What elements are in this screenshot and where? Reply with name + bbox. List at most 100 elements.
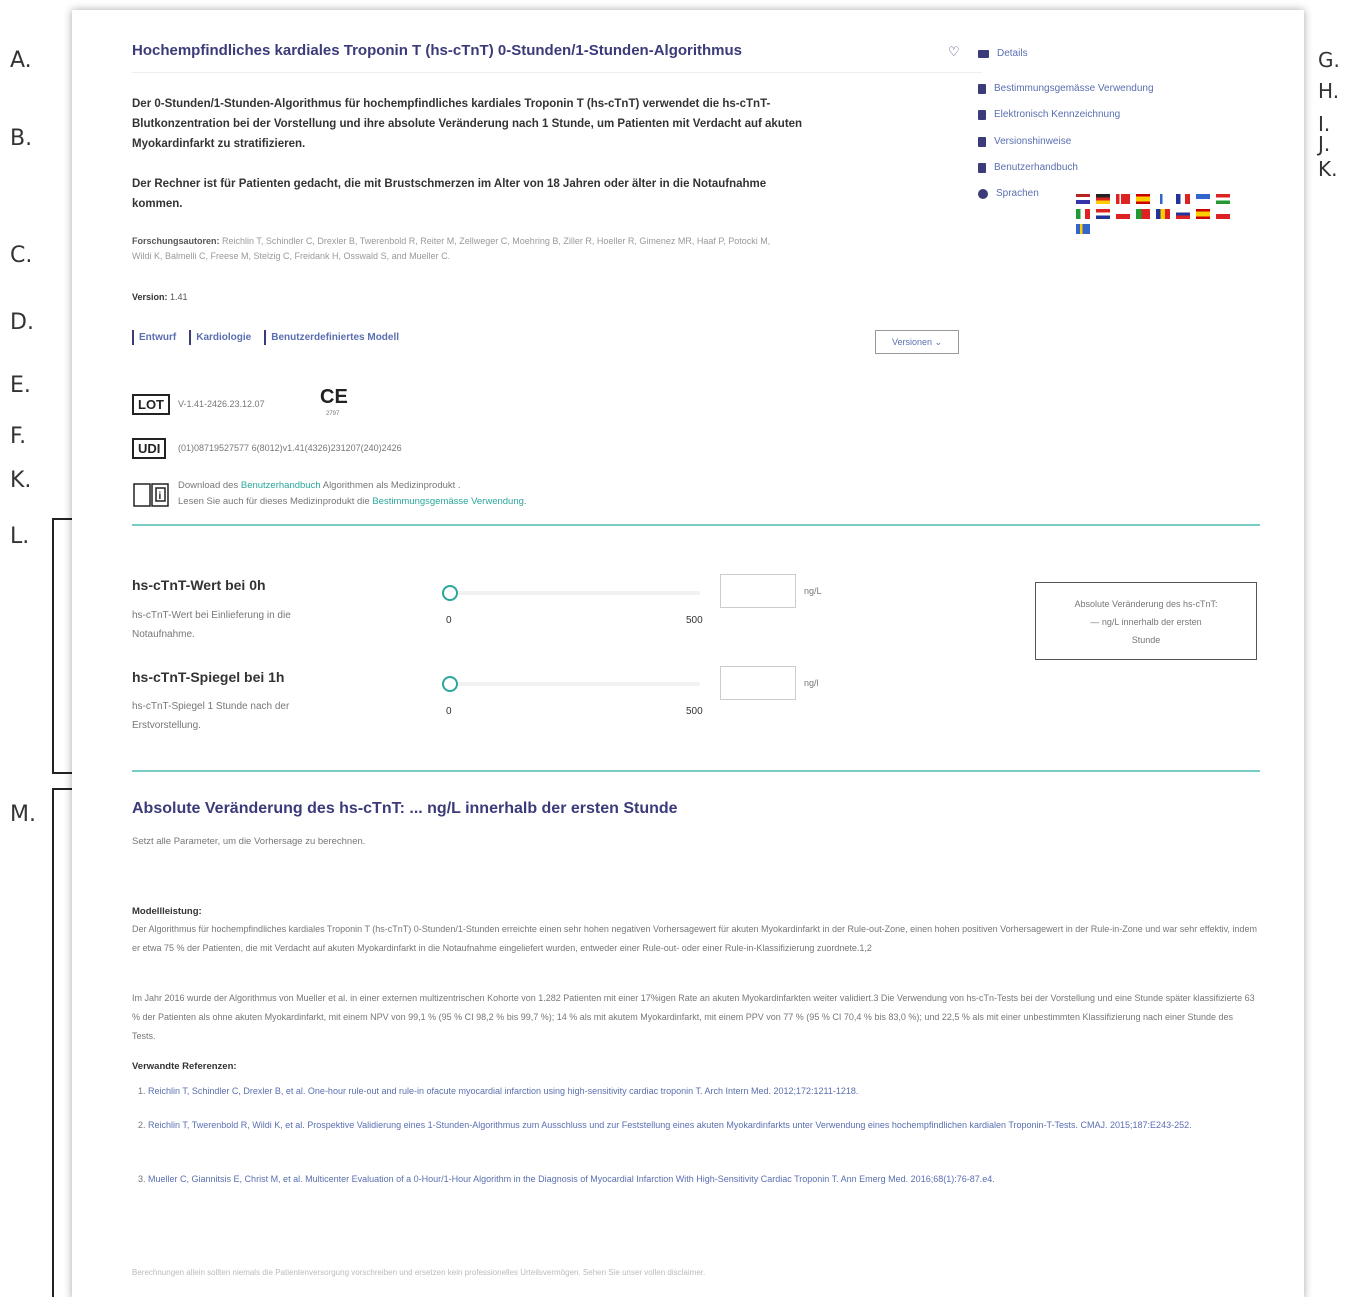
electronic-label-link[interactable]: Elektronisch Kennzeichnung bbox=[978, 109, 1120, 120]
tag-list: Entwurf Kardiologie Benutzerdefiniertes … bbox=[132, 330, 404, 345]
input-1h-field[interactable] bbox=[720, 666, 796, 700]
references-heading: Verwandte Referenzen: bbox=[132, 1061, 237, 1072]
annotation-f: F. bbox=[10, 424, 27, 449]
languages-label: Sprachen bbox=[978, 188, 1039, 199]
input-1h-subtitle: hs-cTnT-Spiegel 1 Stunde nach der Erstvo… bbox=[132, 701, 290, 731]
input-0h-subtitle: hs-cTnT-Wert bei Einlieferung in die Not… bbox=[132, 610, 291, 640]
annotation-l: L. bbox=[10, 524, 30, 549]
flag-it-icon[interactable] bbox=[1076, 209, 1090, 219]
document-icon bbox=[978, 162, 986, 173]
language-flags bbox=[1076, 194, 1236, 234]
research-authors: Forschungsautoren: Reichlin T, Schindler… bbox=[132, 234, 772, 264]
flag-fr-icon[interactable] bbox=[1176, 194, 1190, 204]
intended-text-pre: Lesen Sie auch für dieses Medizinprodukt… bbox=[178, 496, 373, 507]
flag-pl-icon[interactable] bbox=[1116, 209, 1130, 219]
annotation-c: C. bbox=[10, 243, 33, 268]
tag-kardiologie[interactable]: Kardiologie bbox=[189, 330, 256, 345]
result-box-line2: — ng/L innerhalb der ersten bbox=[1090, 617, 1202, 627]
flag-cz-icon[interactable] bbox=[1216, 209, 1230, 219]
reference-link[interactable]: Reichlin T, Schindler C, Drexler B, et a… bbox=[148, 1086, 858, 1096]
title-divider bbox=[132, 72, 982, 73]
slider-0h-track[interactable] bbox=[450, 591, 700, 595]
slider-0h-handle[interactable] bbox=[442, 585, 458, 601]
section-divider-1 bbox=[132, 524, 1260, 526]
reference-number: 2. bbox=[138, 1120, 146, 1130]
sidebar-link-label: Benutzerhandbuch bbox=[994, 162, 1078, 173]
flag-hu-icon[interactable] bbox=[1216, 194, 1230, 204]
input-1h-unit: ng/l bbox=[804, 678, 819, 688]
bracket-l bbox=[52, 518, 74, 774]
flag-nl-icon[interactable] bbox=[1096, 209, 1110, 219]
svg-text:i: i bbox=[159, 491, 162, 502]
reference-link[interactable]: Reichlin T, Twerenbold R, Wildi K, et al… bbox=[148, 1120, 1192, 1130]
tag-entwurf[interactable]: Entwurf bbox=[132, 330, 181, 345]
sidebar-link-label: Elektronisch Kennzeichnung bbox=[994, 109, 1121, 120]
performance-heading: Modellleistung: bbox=[132, 906, 202, 917]
annotation-k-left: K. bbox=[10, 468, 32, 493]
download-text-post: Algorithmen als Medizinprodukt . bbox=[320, 480, 461, 491]
manual-link[interactable]: Benutzerhandbuch bbox=[241, 480, 321, 491]
flag-pt-icon[interactable] bbox=[1136, 209, 1150, 219]
flag-us-icon[interactable] bbox=[1076, 194, 1090, 204]
flag-se-icon[interactable] bbox=[1076, 224, 1090, 234]
annotation-m: M. bbox=[10, 802, 36, 827]
result-subtitle: Setzt alle Parameter, um die Vorhersage … bbox=[132, 836, 366, 847]
calculator-card: Hochempfindliches kardiales Troponin T (… bbox=[72, 10, 1304, 1297]
flag-de-icon[interactable] bbox=[1096, 194, 1110, 204]
manual-book-icon: i bbox=[133, 483, 169, 507]
document-icon bbox=[978, 109, 986, 120]
annotation-d: D. bbox=[10, 310, 34, 335]
slider-1h-min: 0 bbox=[446, 706, 452, 717]
result-summary-box: Absolute Veränderung des hs-cTnT: — ng/L… bbox=[1035, 582, 1257, 660]
flag-gr-icon[interactable] bbox=[1196, 194, 1210, 204]
result-box-line3: Stunde bbox=[1131, 635, 1161, 645]
versions-dropdown[interactable]: Versionen ⌄ bbox=[875, 330, 959, 354]
user-manual-link[interactable]: Benutzerhandbuch bbox=[978, 162, 1078, 173]
slider-1h-handle[interactable] bbox=[442, 676, 458, 692]
reference-item: 3. Mueller C, Giannitsis E, Christ M, et… bbox=[138, 1170, 1198, 1189]
lot-label: LOT bbox=[132, 394, 170, 415]
tag-custom-model[interactable]: Benutzerdefiniertes Modell bbox=[264, 330, 404, 345]
intended-use-sidebar-link[interactable]: Bestimmungsgemässe Verwendung bbox=[978, 83, 1154, 94]
flag-ro-icon[interactable] bbox=[1156, 209, 1170, 219]
disclaimer: Berechnungen allein sollten niemals die … bbox=[132, 1268, 706, 1277]
slider-0h-min: 0 bbox=[446, 615, 452, 626]
flag-es-icon[interactable] bbox=[1136, 194, 1150, 204]
reference-link[interactable]: Mueller C, Giannitsis E, Christ M, et al… bbox=[148, 1174, 995, 1184]
bracket-m bbox=[52, 788, 74, 1297]
authors-names: Reichlin T, Schindler C, Drexler B, Twer… bbox=[132, 236, 771, 261]
flag-sk-icon[interactable] bbox=[1176, 209, 1190, 219]
heart-icon[interactable]: ♡ bbox=[948, 44, 960, 60]
reference-number: 3. bbox=[138, 1174, 146, 1184]
document-icon bbox=[978, 83, 986, 94]
annotation-b: B. bbox=[10, 126, 33, 151]
annotation-j: J. bbox=[1318, 132, 1331, 156]
reference-number: 1. bbox=[138, 1086, 146, 1096]
ce-number: 2797 bbox=[326, 411, 340, 417]
version-info: Version: 1.41 bbox=[132, 292, 188, 302]
slider-0h-max: 500 bbox=[686, 615, 703, 626]
flag-es2-icon[interactable] bbox=[1196, 209, 1210, 219]
input-0h-field[interactable] bbox=[720, 574, 796, 608]
description-1: Der 0-Stunden/1-Stunden-Algorithmus für … bbox=[132, 98, 803, 150]
performance-paragraph-2: Im Jahr 2016 wurde der Algorithmus von M… bbox=[132, 993, 1255, 1041]
section-divider-2 bbox=[132, 770, 1260, 772]
reference-item: 1. Reichlin T, Schindler C, Drexler B, e… bbox=[138, 1082, 1198, 1101]
version-label: Version: bbox=[132, 292, 168, 302]
flag-dk-icon[interactable] bbox=[1116, 194, 1130, 204]
reference-item: 2. Reichlin T, Twerenbold R, Wildi K, et… bbox=[138, 1116, 1198, 1135]
slider-1h-track[interactable] bbox=[450, 682, 700, 686]
udi-value: (01)08719527577 6(8012)v1.41(4326)231207… bbox=[178, 443, 402, 453]
intended-use-link[interactable]: Bestimmungsgemässe Verwendung bbox=[372, 496, 524, 507]
details-icon bbox=[978, 49, 989, 58]
sidebar-link-label: Bestimmungsgemässe Verwendung bbox=[994, 83, 1154, 94]
input-1h-title: hs-cTnT-Spiegel bei 1h bbox=[132, 669, 285, 685]
annotation-h: H. bbox=[1318, 79, 1340, 103]
details-link[interactable]: Details bbox=[978, 48, 1028, 59]
release-notes-link[interactable]: Versionshinweise bbox=[978, 136, 1071, 147]
slider-1h-max: 500 bbox=[686, 706, 703, 717]
intended-text-post: . bbox=[523, 496, 527, 507]
flag-fi-icon[interactable] bbox=[1156, 194, 1170, 204]
annotation-k-right: K. bbox=[1318, 157, 1338, 181]
annotation-g: G. bbox=[1318, 48, 1340, 72]
